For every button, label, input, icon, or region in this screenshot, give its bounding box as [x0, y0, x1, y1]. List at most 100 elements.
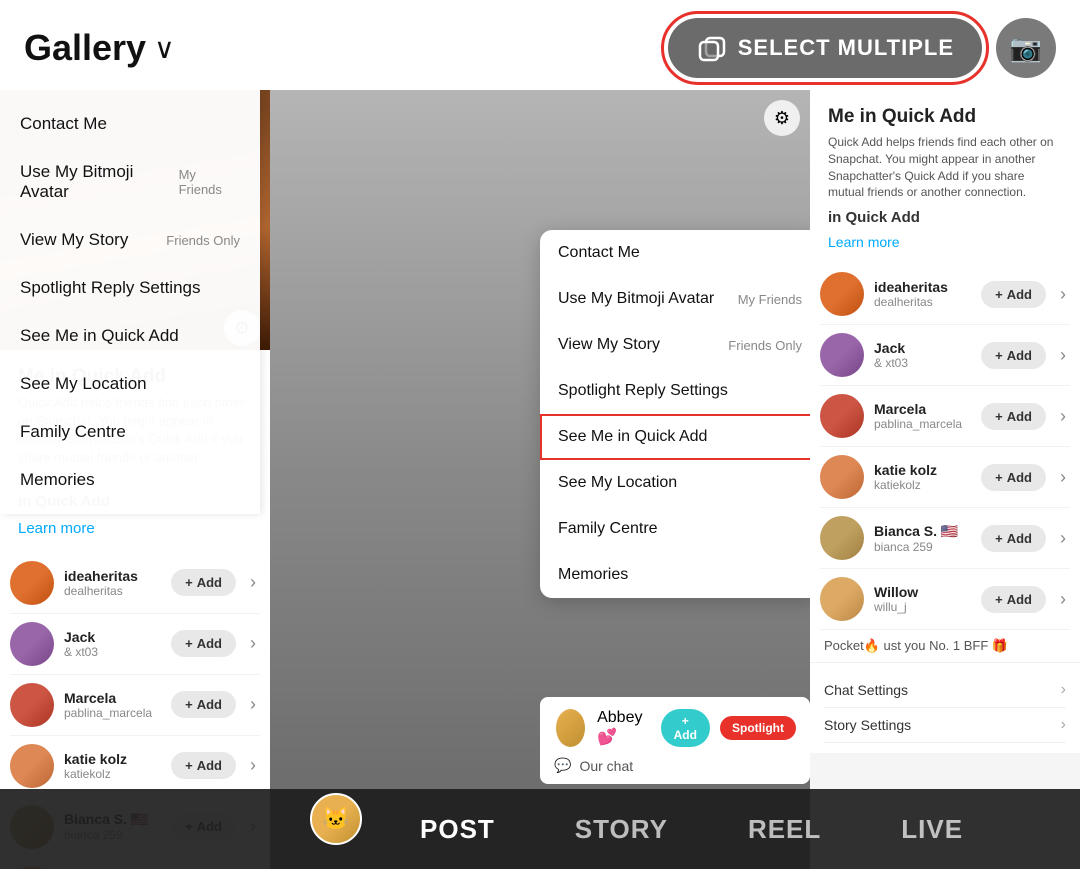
chat-settings-row[interactable]: Chat Settings ›: [824, 673, 1066, 708]
add-button[interactable]: + Add: [171, 691, 236, 718]
dropdown-item-bitmoji[interactable]: Use My Bitmoji Avatar My Friends: [540, 276, 810, 322]
sidebar-item-story[interactable]: View My Story Friends Only: [0, 216, 260, 264]
add-button[interactable]: + Add: [981, 464, 1046, 491]
more-icon[interactable]: ›: [1056, 528, 1070, 549]
abbey-info: Abbey 💕: [597, 709, 650, 747]
chat-settings-label: Chat Settings: [824, 682, 908, 698]
dropdown-item-memories[interactable]: Memories: [540, 552, 810, 598]
sidebar-item-spotlight[interactable]: Spotlight Reply Settings: [0, 264, 260, 312]
add-button[interactable]: + Add: [171, 630, 236, 657]
add-icon: +: [995, 409, 1003, 424]
more-icon[interactable]: ›: [1056, 345, 1070, 366]
dropdown-item-contact[interactable]: Contact Me: [540, 230, 810, 276]
select-multiple-label: SELECT MULTIPLE: [738, 35, 954, 61]
more-icon[interactable]: ›: [1056, 284, 1070, 305]
spotlight-button[interactable]: Spotlight: [720, 716, 796, 740]
avatar: [820, 272, 864, 316]
chat-icon: 💬: [554, 757, 571, 774]
settings-icon-center[interactable]: ⚙: [764, 100, 800, 136]
gallery-title: Gallery ∨: [24, 27, 175, 69]
user-info: Bianca S. 🇺🇸 bianca 259: [874, 523, 971, 554]
learn-more-button-right[interactable]: Learn more: [828, 230, 900, 254]
right-column: Me in Quick Add Quick Add helps friends …: [810, 90, 1080, 869]
more-icon[interactable]: ›: [246, 633, 260, 654]
dropdown-item-see-me[interactable]: See Me in Quick Add: [540, 414, 810, 460]
dropdown-item-location[interactable]: See My Location: [540, 460, 810, 506]
notification-text: Pocket🔥 ust you No. 1 BFF 🎁: [824, 638, 1008, 653]
user-handle: pablina_marcela: [64, 706, 161, 720]
dropdown-item-label: Contact Me: [558, 244, 640, 262]
user-handle: dealheritas: [874, 295, 971, 309]
dropdown-item-family[interactable]: Family Centre: [540, 506, 810, 552]
abbey-bottom-avatar[interactable]: 🐱: [310, 793, 362, 845]
more-icon[interactable]: ›: [246, 694, 260, 715]
more-icon[interactable]: ›: [1056, 406, 1070, 427]
quick-add-title-right: Me in Quick Add: [828, 106, 1062, 128]
more-icon[interactable]: ›: [246, 755, 260, 776]
add-button[interactable]: + Add: [171, 569, 236, 596]
add-button[interactable]: + Add: [981, 281, 1046, 308]
sidebar-item-contact[interactable]: Contact Me: [0, 100, 260, 148]
dropdown-item-label: Memories: [558, 566, 628, 584]
dropdown-item-sublabel: Friends Only: [728, 338, 802, 353]
avatar: [10, 744, 54, 788]
table-row: Jack & xt03 + Add ›: [820, 325, 1070, 386]
table-row: Bianca S. 🇺🇸 bianca 259 + Add ›: [820, 508, 1070, 569]
select-multiple-icon: [696, 32, 728, 64]
more-icon[interactable]: ›: [246, 572, 260, 593]
add-button[interactable]: + Add: [981, 525, 1046, 552]
tab-story[interactable]: STORY: [535, 814, 708, 845]
avatar: [820, 333, 864, 377]
table-row: katie kolz katiekolz + Add ›: [10, 736, 260, 797]
learn-more-button-left[interactable]: Learn more: [18, 514, 95, 543]
user-info: katie kolz katiekolz: [64, 751, 161, 781]
chevron-right-icon: ›: [1061, 716, 1066, 734]
sidebar-item-memories[interactable]: Memories: [0, 456, 260, 504]
tab-story-label: STORY: [575, 814, 668, 844]
avatar: [820, 516, 864, 560]
chevron-down-icon[interactable]: ∨: [154, 32, 175, 65]
table-row: Jack & xt03 + Add ›: [10, 614, 260, 675]
user-name: Marcela: [64, 690, 161, 706]
tab-live-label: LIVE: [901, 814, 963, 844]
sidebar-item-label: Memories: [20, 470, 95, 490]
add-icon: +: [185, 575, 193, 590]
add-button[interactable]: + Add: [981, 403, 1046, 430]
main-content: Me in Quick Add Quick Add helps friends …: [0, 90, 1080, 869]
user-list-right: ideaheritas dealheritas + Add › Jack & x…: [810, 264, 1080, 630]
add-button[interactable]: + Add: [981, 586, 1046, 613]
our-chat-row[interactable]: 💬 Our chat: [554, 757, 796, 774]
center-bottom-panel: Abbey 💕 + Add Spotlight 💬 Our chat: [540, 697, 810, 784]
sidebar-item-location[interactable]: See My Location: [0, 360, 260, 408]
table-row: Marcela pablina_marcela + Add ›: [820, 386, 1070, 447]
user-handle: katiekolz: [64, 767, 161, 781]
more-icon[interactable]: ›: [1056, 589, 1070, 610]
add-icon: +: [185, 697, 193, 712]
dropdown-item-story[interactable]: View My Story Friends Only: [540, 322, 810, 368]
user-info: ideaheritas dealheritas: [874, 279, 971, 309]
sidebar-item-bitmoji[interactable]: Use My Bitmoji Avatar My Friends: [0, 148, 260, 216]
more-icon[interactable]: ›: [1056, 467, 1070, 488]
select-multiple-button[interactable]: SELECT MULTIPLE: [668, 18, 982, 78]
dropdown-item-sublabel: My Friends: [738, 292, 802, 307]
user-handle: willu_j: [874, 600, 971, 614]
tab-live[interactable]: LIVE: [861, 814, 1003, 845]
sidebar-item-label: Use My Bitmoji Avatar: [20, 162, 179, 202]
tab-reel-label: REEL: [748, 814, 821, 844]
add-abbey-button[interactable]: + Add: [661, 709, 710, 747]
story-settings-row[interactable]: Story Settings ›: [824, 708, 1066, 743]
dropdown-item-label: See My Location: [558, 474, 677, 492]
sidebar-item-label: See Me in Quick Add: [20, 326, 179, 346]
tab-post[interactable]: POST: [380, 814, 535, 845]
add-button[interactable]: + Add: [981, 342, 1046, 369]
table-row: Willow willu_j + Add ›: [820, 569, 1070, 630]
bottom-bar: 🐱 POST STORY REEL LIVE: [0, 789, 1080, 869]
sidebar-item-see-me[interactable]: See Me in Quick Add: [0, 312, 260, 360]
add-button[interactable]: + Add: [171, 752, 236, 779]
story-settings-label: Story Settings: [824, 717, 911, 733]
tab-reel[interactable]: REEL: [708, 814, 861, 845]
sidebar-item-family[interactable]: Family Centre: [0, 408, 260, 456]
camera-button[interactable]: 📷: [996, 18, 1056, 78]
avatar: [820, 455, 864, 499]
dropdown-item-spotlight[interactable]: Spotlight Reply Settings: [540, 368, 810, 414]
